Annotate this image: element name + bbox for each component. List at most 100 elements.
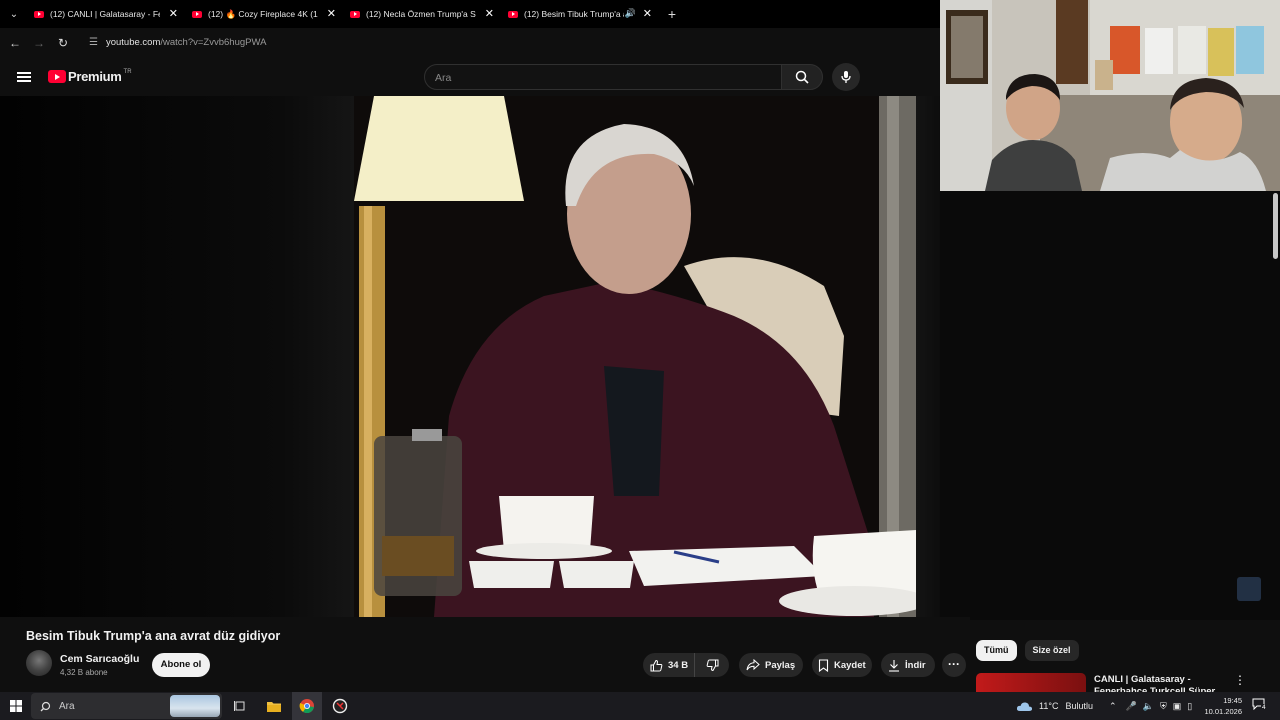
channel-avatar[interactable]	[26, 650, 52, 676]
tab-close-icon[interactable]: ✕	[327, 7, 336, 20]
youtube-premium-logo[interactable]: Premium TR	[48, 69, 132, 84]
tab-title: (12) Necla Özmen Trump'a Sesl	[366, 9, 476, 19]
battery-icon[interactable]: ▯	[1187, 701, 1192, 712]
tab-title: (12) CANLI | Galatasaray - Fener	[50, 9, 160, 19]
youtube-play-logo-icon	[48, 70, 66, 83]
weather-temp[interactable]: 11°C	[1039, 701, 1058, 711]
chip-all[interactable]: Tümü	[976, 640, 1017, 661]
scrollbar-thumb[interactable]	[1273, 193, 1278, 259]
like-dislike-group: 34 B	[643, 653, 729, 677]
microphone-icon[interactable]: 🎤	[1126, 701, 1137, 712]
recommended-video[interactable]: CANLI | Galatasaray - Fenerbahçe Turkcel…	[976, 673, 1280, 693]
video-content-image	[354, 96, 916, 617]
browser-tab-active[interactable]: (12) Besim Tibuk Trump'a a 🔊 ✕	[502, 0, 660, 28]
search-input[interactable]: Ara	[424, 64, 782, 90]
back-arrow-icon[interactable]: ←	[3, 36, 27, 50]
youtube-favicon-icon	[34, 10, 44, 18]
recommendation-title[interactable]: CANLI | Galatasaray - Fenerbahçe Turkcel…	[1094, 674, 1220, 693]
download-button[interactable]: İndir	[881, 653, 935, 677]
recommendation-thumbnail[interactable]	[976, 673, 1086, 693]
recommendation-menu-icon[interactable]: ⋮	[1234, 673, 1246, 687]
country-code: TR	[123, 68, 132, 75]
taskbar-search-label: Ara	[59, 700, 75, 712]
menu-icon[interactable]	[17, 71, 31, 82]
url-field[interactable]: youtube.com/watch?v=Zvvb6hugPWA	[106, 37, 266, 48]
search-button[interactable]	[781, 64, 823, 90]
cloud-icon[interactable]	[1016, 701, 1033, 712]
tab-close-icon[interactable]: ✕	[169, 7, 178, 20]
system-tray: 11°C Bulutlu ⌃ 🎤 🔈 ⛨ ▣ ▯	[1016, 692, 1192, 720]
chrome-icon[interactable]	[292, 692, 322, 720]
save-button[interactable]: Kaydet	[812, 653, 872, 677]
share-icon	[746, 659, 760, 671]
new-tab-plus-icon[interactable]: +	[660, 6, 684, 22]
video-title: Besim Tibuk Trump'a ana avrat düz gidiyo…	[26, 629, 281, 643]
download-icon	[889, 659, 899, 672]
webcam-overlay	[940, 0, 1280, 191]
like-button[interactable]: 34 B	[643, 653, 695, 677]
clock[interactable]: 19:45 10.01.2026	[1204, 695, 1242, 717]
thumbs-up-icon	[650, 659, 663, 671]
weather-description[interactable]: Bulutlu	[1065, 701, 1093, 711]
browser-tab[interactable]: (12) 🔥 Cozy Fireplace 4K (12 H ✕	[186, 0, 344, 28]
speaker-icon[interactable]: 🔊	[625, 8, 636, 19]
shield-icon[interactable]: ⛨	[1160, 701, 1167, 712]
sidebar-background	[940, 191, 1280, 620]
download-label: İndir	[905, 659, 926, 671]
tab-title: (12) 🔥 Cozy Fireplace 4K (12 H	[208, 8, 318, 19]
search-icon	[40, 701, 51, 711]
tab-list-chevron-icon[interactable]: ⌄	[0, 9, 28, 20]
video-details: Besim Tibuk Trump'a ana avrat düz gidiyo…	[0, 617, 970, 692]
task-view-icon[interactable]	[232, 692, 248, 720]
youtube-favicon-icon	[192, 10, 202, 18]
speaker-icon[interactable]: 🔈	[1143, 701, 1154, 712]
youtube-favicon-icon	[350, 10, 360, 18]
taskbar-search[interactable]: Ara	[31, 693, 222, 719]
forward-arrow-icon[interactable]: →	[27, 36, 51, 50]
notification-count: 4	[1261, 704, 1267, 711]
browser-tab[interactable]: (12) Necla Özmen Trump'a Sesl ✕	[344, 0, 502, 28]
clock-date: 10.01.2026	[1204, 707, 1242, 716]
browser-tab[interactable]: (12) CANLI | Galatasaray - Fener ✕	[28, 0, 186, 28]
thumbs-down-icon	[706, 659, 718, 671]
chip-for-you[interactable]: Size özel	[1024, 640, 1079, 661]
windows-taskbar: Ara 11°C Bulutlu ⌃ 🎤 🔈 ⛨ ▣ ▯ 19:45 10.01…	[0, 692, 1280, 720]
search-highlight-image	[170, 695, 220, 717]
url-path: /watch?v=Zvvb6hugPWA	[160, 37, 267, 48]
floating-avatar[interactable]	[1237, 577, 1261, 601]
tab-close-icon[interactable]: ✕	[643, 7, 652, 20]
notification-icon[interactable]: 4	[1252, 698, 1267, 712]
dislike-button[interactable]	[695, 659, 729, 672]
file-explorer-icon[interactable]	[264, 692, 284, 720]
address-bar: ← → ↻ ☰ youtube.com/watch?v=Zvvb6hugPWA	[0, 28, 940, 57]
bookmark-icon	[818, 658, 829, 672]
channel-name[interactable]: Cem Sarıcaoğlu	[60, 653, 139, 665]
youtube-header: Premium TR Ara	[0, 57, 940, 96]
site-info-icon[interactable]: ☰	[89, 37, 98, 48]
video-frame[interactable]	[354, 96, 916, 617]
url-domain: youtube.com	[105, 37, 161, 48]
microphone-icon	[841, 71, 851, 83]
subscriber-count: 4,32 B abone	[60, 668, 108, 677]
youtube-favicon-icon	[508, 10, 518, 18]
video-player[interactable]	[0, 96, 940, 617]
reload-icon[interactable]: ↻	[51, 36, 75, 50]
voice-search-button[interactable]	[832, 63, 860, 91]
share-button[interactable]: Paylaş	[739, 653, 803, 677]
chevron-up-icon[interactable]: ⌃	[1109, 701, 1117, 712]
app-icon[interactable]	[330, 692, 350, 720]
filter-chips: Tümü Size özel	[976, 640, 1087, 661]
logo-text: Premium	[68, 69, 122, 84]
network-icon[interactable]: ▣	[1173, 701, 1182, 712]
browser-tab-bar: ⌄ (12) CANLI | Galatasaray - Fener ✕ (12…	[0, 0, 940, 28]
save-label: Kaydet	[834, 659, 866, 671]
share-label: Paylaş	[765, 659, 796, 671]
subscribe-button[interactable]: Abone ol	[152, 653, 210, 677]
tab-title: (12) Besim Tibuk Trump'a a	[524, 9, 624, 19]
like-count: 34 B	[668, 659, 689, 671]
windows-start-icon[interactable]	[8, 692, 24, 720]
tab-close-icon[interactable]: ✕	[485, 7, 494, 20]
webcam-image	[940, 0, 1280, 191]
search-icon	[795, 70, 809, 84]
more-actions-icon[interactable]: ···	[942, 653, 966, 677]
